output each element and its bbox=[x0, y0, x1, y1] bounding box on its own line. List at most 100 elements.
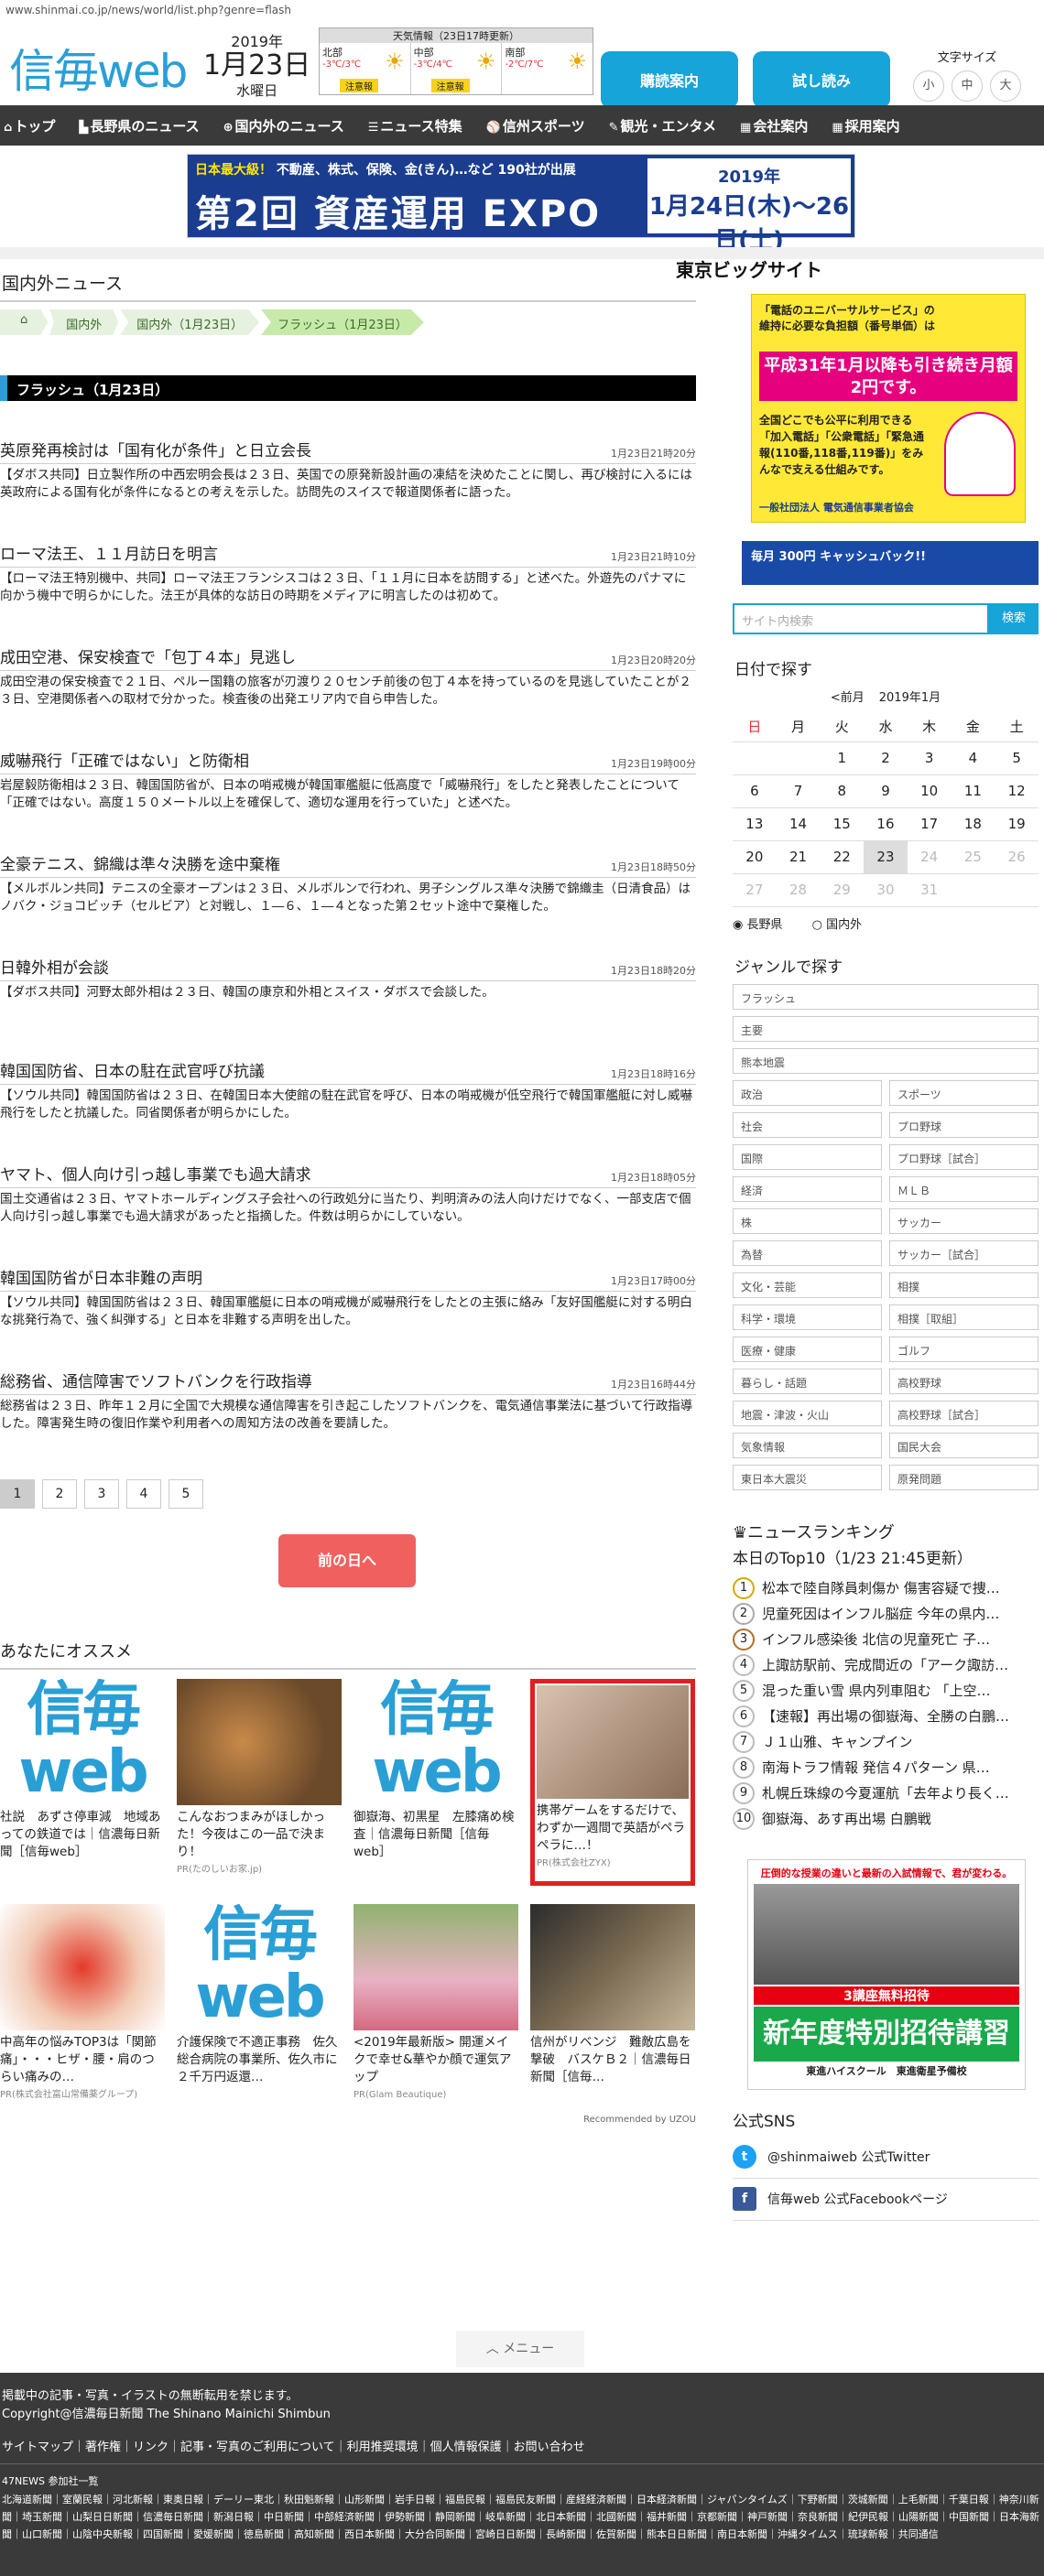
page-button[interactable]: 3 bbox=[84, 1479, 119, 1509]
prev-month-link[interactable]: <前月 bbox=[831, 691, 865, 705]
recommend-card[interactable]: 携帯ゲームをするだけで、わずか一週間で英語がペラペラに…！ PR(株式会社ZYX) bbox=[530, 1679, 695, 1886]
recommend-card[interactable]: 信州がリベンジ 難敵広島を撃破 バスケＢ２｜信濃毎日新聞［信毎… bbox=[530, 1904, 695, 2111]
nav-company[interactable]: ▦ 会社案内 bbox=[740, 116, 808, 135]
calendar-day[interactable]: 13 bbox=[733, 807, 777, 841]
genre-item[interactable]: 高校野球［試合］ bbox=[889, 1400, 1039, 1426]
site-logo[interactable]: 信毎web bbox=[9, 35, 188, 101]
calendar-day[interactable]: 16 bbox=[864, 807, 908, 841]
ranking-item[interactable]: 2 児童死因はインフル脳症 今年の県内… bbox=[733, 1601, 1039, 1627]
recommend-card[interactable]: 信毎web 介護保険で不適正事務 佐久総合病院の事業所、佐久市に２千万円返還… bbox=[177, 1904, 342, 2111]
recommend-card[interactable]: 信毎web 社説 あずさ停車減 地域あっての鉄道では｜信濃毎日新聞［信毎web］ bbox=[0, 1679, 165, 1886]
genre-item[interactable]: 気象情報 bbox=[733, 1432, 882, 1458]
genre-item[interactable]: サッカー bbox=[889, 1207, 1039, 1234]
genre-item[interactable]: プロ野球 bbox=[889, 1111, 1039, 1138]
genre-item[interactable]: スポーツ bbox=[889, 1079, 1039, 1106]
search-button[interactable]: 検索 bbox=[989, 603, 1039, 634]
breadcrumb-item[interactable]: 国内外 bbox=[49, 309, 119, 335]
calendar-day[interactable]: 9 bbox=[864, 774, 908, 808]
ranking-item[interactable]: 6 【速報】再出場の御嶽海、全勝の白鵬… bbox=[733, 1704, 1039, 1729]
calendar-day[interactable]: 12 bbox=[995, 774, 1039, 808]
calendar-day[interactable]: 2 bbox=[864, 741, 908, 775]
calendar-day[interactable]: 5 bbox=[995, 741, 1039, 775]
menu-toggle-button[interactable]: ︿ メニュー bbox=[456, 2331, 584, 2367]
breadcrumb-home-icon[interactable]: ⌂ bbox=[0, 309, 49, 335]
ranking-item[interactable]: 3 インフル感染後 北信の児童死亡 子… bbox=[733, 1627, 1039, 1652]
calendar-day[interactable]: 8 bbox=[820, 774, 865, 808]
search-input[interactable]: サイト内検索 bbox=[733, 603, 989, 634]
news-item[interactable]: ローマ法王、１１月訪日を明言 1月23日21時10分 【ローマ法王特別機中、共同】ロ… bbox=[0, 541, 696, 644]
page-button[interactable]: 5 bbox=[169, 1479, 203, 1509]
recommend-card[interactable]: <2019年最新版> 開運メイクで幸せ&華やか顔で運気アップ PR(Glam Be… bbox=[353, 1904, 518, 2111]
radio-nagano[interactable]: ◉ 長野県 bbox=[733, 918, 796, 932]
page-button[interactable]: 2 bbox=[42, 1479, 77, 1509]
font-size-medium-button[interactable]: 中 bbox=[952, 70, 983, 102]
genre-item[interactable]: ゴルフ bbox=[889, 1336, 1039, 1362]
genre-item[interactable]: 主要 bbox=[733, 1015, 1039, 1042]
recommend-card[interactable]: 信毎web 御嶽海、初黒星 左膝痛め検査｜信濃毎日新聞［信毎web］ bbox=[353, 1679, 518, 1886]
ranking-item[interactable]: 4 上諏訪駅前、完成間近の「アーク諏訪… bbox=[733, 1652, 1039, 1678]
news-item[interactable]: 威嚇飛行「正確ではない」と防衛相 1月23日19時00分 岩屋毅防衛相は２３日、韓国… bbox=[0, 748, 696, 851]
genre-item[interactable]: 国民大会 bbox=[889, 1432, 1039, 1458]
trial-read-button[interactable]: 試し読み bbox=[753, 51, 890, 108]
news-item[interactable]: 韓国国防省が日本非難の声明 1月23日17時00分 【ソウル共同】韓国国防省は２３日… bbox=[0, 1265, 696, 1369]
subscribe-button[interactable]: 購読案内 bbox=[601, 51, 738, 108]
genre-item[interactable]: 熊本地震 bbox=[733, 1047, 1039, 1074]
genre-item[interactable]: 相撲［取組］ bbox=[889, 1304, 1039, 1330]
genre-item[interactable]: 東日本大震災 bbox=[733, 1464, 882, 1490]
genre-item[interactable]: 高校野球 bbox=[889, 1368, 1039, 1394]
genre-item[interactable]: 国際 bbox=[733, 1143, 882, 1170]
genre-item[interactable]: 株 bbox=[733, 1207, 882, 1234]
breadcrumb-item[interactable]: 国内外（1月23日） bbox=[120, 309, 260, 335]
news-item[interactable]: 全豪テニス、錦織は準々決勝を途中棄権 1月23日18時50分 【メルボルン共同】テニ… bbox=[0, 851, 696, 955]
nav-features[interactable]: ☰ ニュース特集 bbox=[368, 116, 462, 135]
expo-banner-ad[interactable]: 日本最大級！ 不動産、株式、保険、金(きん)…など 190社が出展 第2回 資産… bbox=[187, 154, 855, 281]
genre-item[interactable]: 医療・健康 bbox=[733, 1336, 882, 1362]
news-item[interactable]: 日韓外相が会談 1月23日18時20分 【ダボス共同】河野太郎外相は２３日、韓国の康… bbox=[0, 955, 696, 1058]
calendar-day[interactable]: 3 bbox=[907, 741, 952, 775]
calendar-day[interactable]: 11 bbox=[951, 774, 995, 808]
nav-top[interactable]: ⌂ トップ bbox=[4, 116, 55, 135]
font-size-large-button[interactable]: 大 bbox=[990, 70, 1021, 102]
genre-item[interactable]: 地震・津波・火山 bbox=[733, 1400, 882, 1426]
nav-recruit[interactable]: ▦ 採用案内 bbox=[832, 116, 899, 135]
genre-item[interactable]: 文化・芸能 bbox=[733, 1272, 882, 1298]
calendar-day[interactable]: 10 bbox=[907, 774, 952, 808]
facebook-link[interactable]: f 信毎web 公式Facebookページ bbox=[733, 2179, 1039, 2221]
genre-item[interactable]: フラッシュ bbox=[733, 983, 1039, 1010]
calendar-day[interactable]: 17 bbox=[907, 807, 952, 841]
ranking-item[interactable]: 10 御嶽海、あす再出場 白鵬戦 bbox=[733, 1806, 1039, 1832]
twitter-link[interactable]: t @shinmaiweb 公式Twitter bbox=[733, 2137, 1039, 2179]
cashback-ad[interactable]: 毎月 300円 キャッシュバック!! bbox=[742, 541, 1039, 585]
universal-service-ad[interactable]: 「電話のユニバーサルサービス」の維持に必要な負担額（番号単価）は 平成31年1月… bbox=[751, 294, 1026, 523]
weather-widget[interactable]: 天気情報（23日17時更新） 北部 -3℃/3℃ ☀ 注意報 中部 -3℃/4℃ ☀ 注意報… bbox=[319, 27, 593, 95]
page-button[interactable]: 4 bbox=[126, 1479, 161, 1509]
genre-item[interactable]: 社会 bbox=[733, 1111, 882, 1138]
toshin-school-ad[interactable]: 圧倒的な授業の違いと最新の入試情報で、君が変わる。 3講座無料招待 新年度特別招… bbox=[747, 1858, 1026, 2090]
font-size-small-button[interactable]: 小 bbox=[913, 70, 944, 102]
recommend-card[interactable]: 中高年の悩みTOP3は「関節痛」・・・ヒザ・腰・肩のつらい痛みの… PR(株式会社… bbox=[0, 1904, 165, 2111]
genre-item[interactable]: プロ野球［試合］ bbox=[889, 1143, 1039, 1170]
ranking-item[interactable]: 9 札幌丘珠線の今夏運航「去年より長く… bbox=[733, 1780, 1039, 1806]
ranking-item[interactable]: 8 南海トラフ情報 発信４パターン 県… bbox=[733, 1755, 1039, 1780]
news-item[interactable]: 英原発再検討は「国有化が条件」と日立会長 1月23日21時20分 【ダボス共同】日立… bbox=[0, 438, 696, 541]
nav-sports[interactable]: ⚾ 信州スポーツ bbox=[486, 116, 585, 135]
page-button[interactable]: 1 bbox=[0, 1479, 35, 1509]
calendar-day[interactable]: 7 bbox=[776, 774, 821, 808]
calendar-day[interactable]: 21 bbox=[776, 840, 821, 874]
recommended-by[interactable]: Recommended by UZOU bbox=[0, 2115, 696, 2125]
radio-domestic-world[interactable]: ○ 国内外 bbox=[812, 918, 875, 932]
nav-nagano-news[interactable]: ▙ 長野県のニュース bbox=[79, 116, 199, 135]
calendar-day[interactable]: 6 bbox=[733, 774, 777, 808]
news-item[interactable]: 総務省、通信障害でソフトバンクを行政指導 1月23日16時44分 総務省は２３日、昨… bbox=[0, 1369, 696, 1472]
calendar-day[interactable]: 22 bbox=[820, 840, 865, 874]
genre-item[interactable]: 経済 bbox=[733, 1175, 882, 1202]
ranking-item[interactable]: 1 松本で陸自隊員刺傷か 傷害容疑で捜… bbox=[733, 1575, 1039, 1601]
genre-item[interactable]: 政治 bbox=[733, 1079, 882, 1106]
genre-item[interactable]: 相撲 bbox=[889, 1272, 1039, 1298]
genre-item[interactable]: 為替 bbox=[733, 1239, 882, 1266]
genre-item[interactable]: 科学・環境 bbox=[733, 1304, 882, 1330]
genre-item[interactable]: 暮らし・話題 bbox=[733, 1368, 882, 1394]
calendar-today[interactable]: 23 bbox=[864, 840, 908, 874]
calendar-day[interactable]: 4 bbox=[951, 741, 995, 775]
genre-item[interactable]: 原発問題 bbox=[889, 1464, 1039, 1490]
